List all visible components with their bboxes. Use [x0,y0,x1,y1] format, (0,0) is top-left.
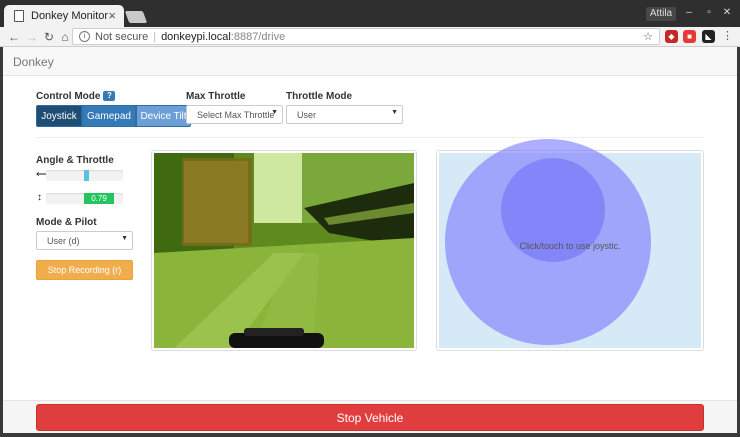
mode-device-tilt-button[interactable]: Device Tilt [136,105,191,127]
throttle-mode-select[interactable]: User ▼ [286,105,403,124]
info-icon[interactable]: i [79,31,90,42]
help-icon[interactable]: ? [103,91,116,101]
vertical-arrows-icon: ↕ [37,192,42,203]
stop-recording-button[interactable]: Stop Recording (r) [36,260,133,280]
navbar [3,47,737,76]
throttle-mode-value: User [297,109,317,120]
throttle-bar-fill: 0.79 [84,193,114,204]
mode-gamepad-button[interactable]: Gamepad [82,105,136,127]
joystick-hint: Click/touch to use joystic. [519,241,621,251]
url-host: donkeypi.local [161,30,231,43]
new-tab-button[interactable] [124,11,148,23]
url-path: :8887/drive [230,30,286,43]
navbar-brand[interactable]: Donkey [13,55,54,69]
chevron-down-icon: ▼ [271,109,278,116]
security-label: Not secure [95,30,149,43]
tab-close-icon[interactable]: × [108,8,116,23]
max-throttle-label: Max Throttle [186,91,246,102]
page-icon [14,10,24,22]
mode-pilot-select[interactable]: User (d) ▼ [36,231,133,250]
chevron-down-icon: ▼ [391,109,398,116]
throttle-bar: 0.79 [46,193,123,204]
url-separator: | [153,30,157,43]
max-throttle-select[interactable]: Select Max Throttle ▼ [186,105,283,124]
menu-kebab-icon[interactable]: ⋮ [722,30,733,43]
home-icon[interactable]: ⌂ [57,29,73,45]
tab-title: Donkey Monitor [31,10,109,22]
max-throttle-value: Select Max Throttle [197,109,275,120]
chevron-down-icon: ▼ [121,235,128,242]
minimize-icon[interactable]: – [680,6,698,20]
back-icon[interactable]: ← [6,29,22,45]
camera-feed-frame [151,150,417,351]
angle-throttle-label: Angle & Throttle [36,155,114,166]
control-mode-heading: Control Mode? [36,91,116,102]
angle-bar-fill [84,170,89,181]
profile-button[interactable]: Attila [646,7,676,21]
throttle-mode-label: Throttle Mode [286,91,353,102]
camera-feed-image [154,153,414,348]
extension-cat-icon[interactable]: ◣ [702,30,715,43]
forward-icon[interactable]: → [24,29,40,45]
camera-scene [154,153,414,348]
bookmark-star-icon[interactable]: ☆ [643,30,653,43]
maximize-icon[interactable]: ▫ [700,6,718,20]
control-mode-group: Joystick Gamepad Device Tilt [36,105,191,127]
angle-bar [46,170,123,181]
divider [36,137,704,138]
extension-pdf-icon[interactable]: ■ [683,30,696,43]
extension-shield-icon[interactable]: ◆ [665,30,678,43]
window-close-icon[interactable]: ✕ [718,6,736,20]
mode-joystick-button[interactable]: Joystick [36,105,82,127]
control-mode-label: Control Mode [36,91,101,102]
address-bar[interactable]: i Not secure | donkeypi.local :8887/driv… [72,28,660,45]
browser-tab[interactable]: Donkey Monitor × [4,5,124,27]
mode-pilot-label: Mode & Pilot [36,217,97,228]
reload-icon[interactable]: ↻ [41,29,57,45]
mode-pilot-value: User (d) [47,235,80,246]
stop-vehicle-button[interactable]: Stop Vehicle [36,404,704,431]
